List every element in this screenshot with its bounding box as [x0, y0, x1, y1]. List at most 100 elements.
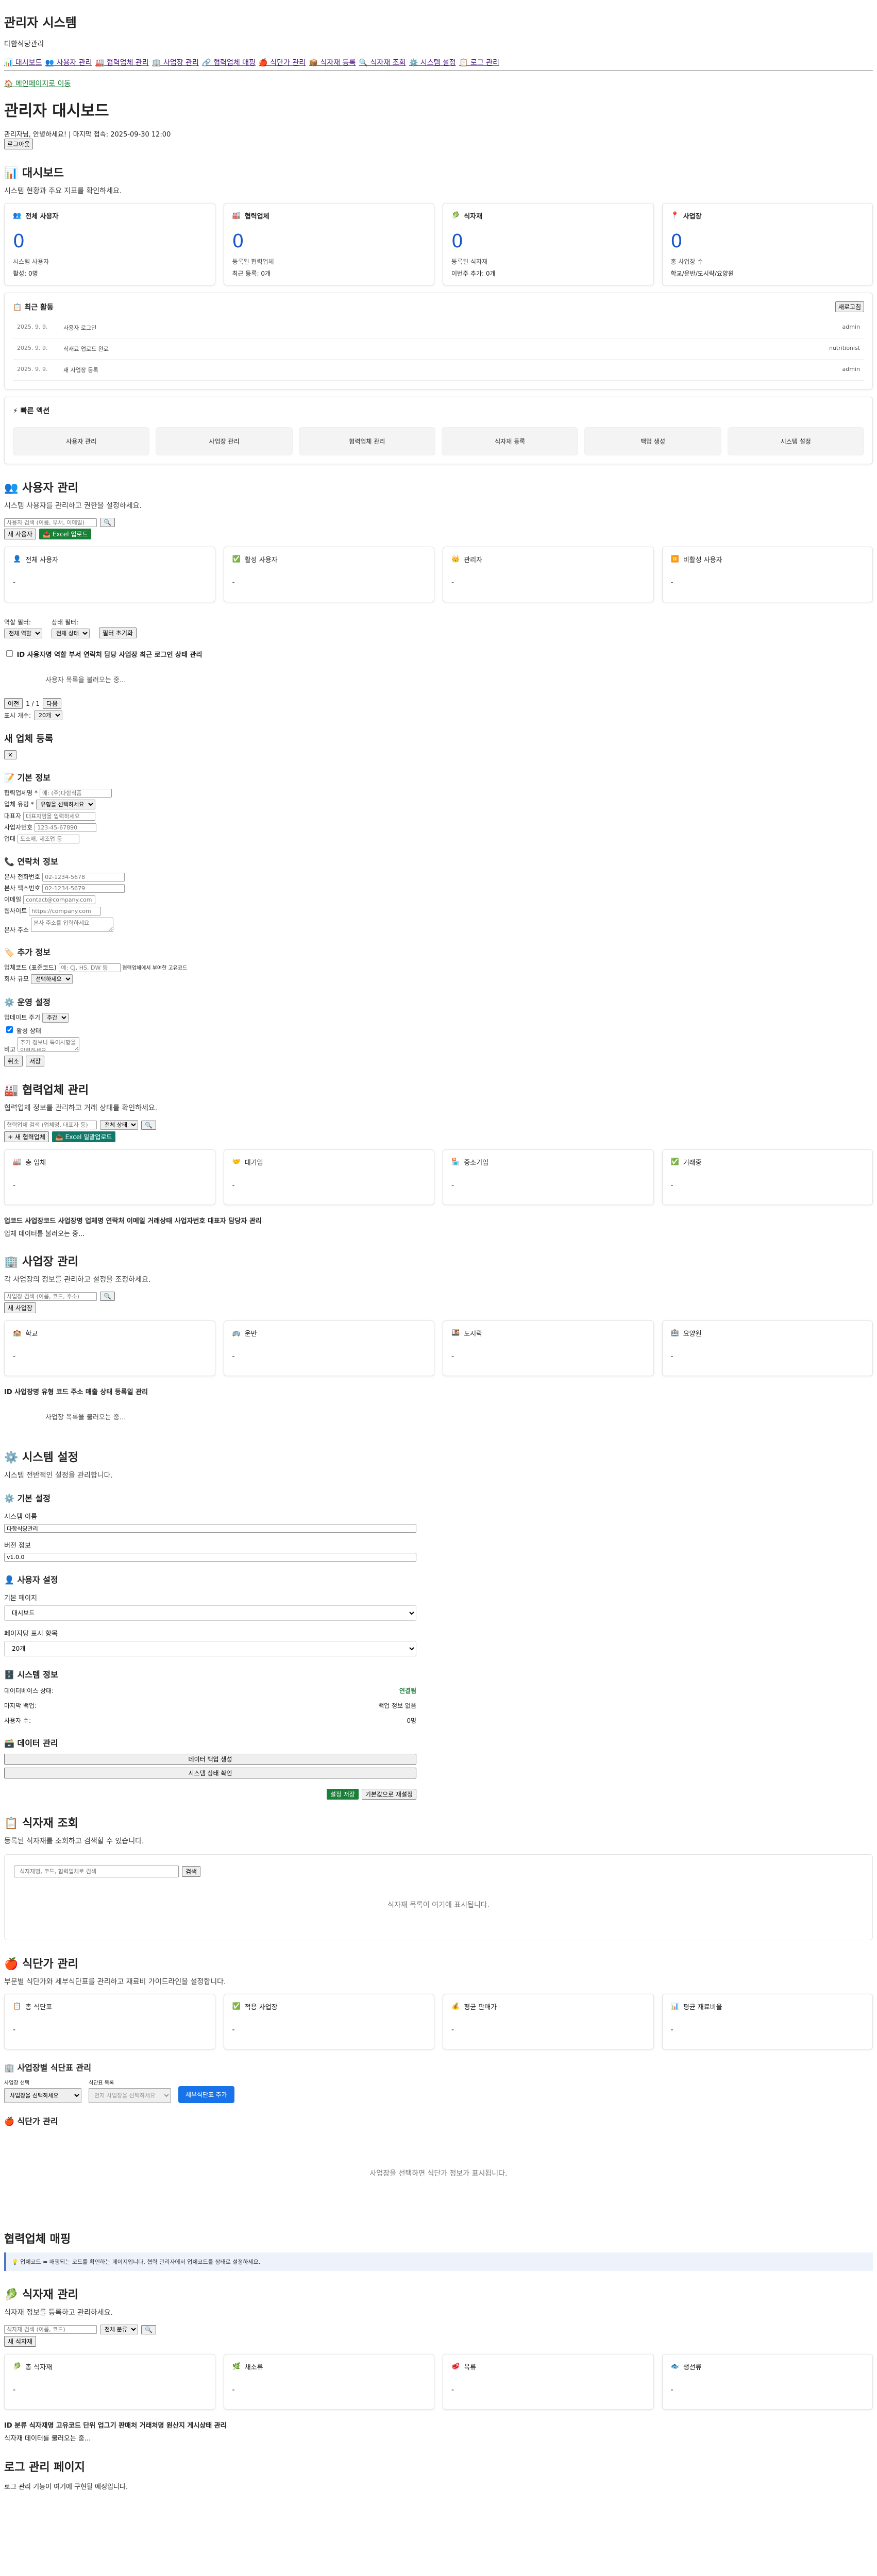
quick-site-mgmt[interactable]: 사업장 관리: [156, 427, 293, 455]
category-filter-select[interactable]: 전체 분류: [100, 2325, 138, 2334]
per-page-select[interactable]: 20개: [34, 710, 63, 720]
stat-value: -: [451, 579, 454, 587]
short-code-input[interactable]: [58, 963, 121, 972]
extra-info-title: 🏷️ 추가 정보: [4, 947, 50, 957]
add-plan-button[interactable]: 세부식단표 추가: [178, 2086, 234, 2103]
system-name-input[interactable]: [4, 1524, 416, 1533]
user-count-value: 0명: [407, 1717, 416, 1724]
quick-user-mgmt[interactable]: 사용자 관리: [13, 427, 150, 455]
prev-page-button[interactable]: 이전: [4, 698, 23, 709]
user-count-label: 사용자 수:: [4, 1717, 31, 1724]
search-icon-button[interactable]: 🔍: [100, 518, 115, 527]
stat-value: -: [13, 2386, 16, 2394]
select-all-checkbox[interactable]: [6, 650, 13, 657]
users-desc: 시스템 사용자를 관리하고 권한을 설정하세요.: [4, 502, 142, 510]
search-icon-button[interactable]: 🔍: [141, 1120, 156, 1130]
address-textarea[interactable]: [30, 918, 113, 932]
add-ingredient-button[interactable]: 새 식자재: [4, 2336, 36, 2347]
business-number-input[interactable]: [35, 823, 97, 832]
stat-value: -: [451, 1181, 454, 1190]
close-icon[interactable]: ×: [4, 750, 17, 759]
version-input[interactable]: [4, 1553, 416, 1562]
stat-label: 도시락: [464, 1330, 483, 1338]
quick-supplier-mgmt[interactable]: 협력업체 관리: [298, 427, 435, 455]
site-search-input[interactable]: [4, 1292, 97, 1301]
field-label: 본사 팩스번호: [4, 885, 41, 892]
nav-link-9[interactable]: 📋 로그 관리: [459, 59, 499, 67]
data-mgmt-title: 🗃️ 데이터 관리: [4, 1738, 58, 1748]
add-supplier-button[interactable]: + 새 협력업체: [4, 1131, 49, 1142]
search-icon-button[interactable]: 🔍: [100, 1292, 115, 1301]
ingredient-search-button[interactable]: 검색: [182, 1866, 201, 1877]
supplier-name-input[interactable]: [40, 789, 112, 798]
quick-ingredient-register[interactable]: 식자재 등록: [441, 427, 579, 455]
user-search-input[interactable]: [4, 518, 97, 527]
company-size-select[interactable]: 선택하세요: [30, 974, 73, 984]
next-page-button[interactable]: 다음: [43, 698, 62, 709]
stat-avg-price: 💰 평균 판매가 -: [443, 1994, 654, 2049]
page-count-select[interactable]: 20개: [4, 1641, 416, 1656]
hq-fax-input[interactable]: [42, 884, 125, 893]
school-icon: 🏫: [13, 1329, 22, 1337]
nav-link-2[interactable]: 🏭 협력업체 관리: [95, 59, 149, 67]
nav-link-6[interactable]: 📦 식자재 등록: [309, 59, 356, 67]
supplier-search-input[interactable]: [4, 1121, 97, 1129]
save-settings-button[interactable]: 설정 저장: [326, 1789, 359, 1800]
quick-backup[interactable]: 백업 생성: [584, 427, 721, 455]
plan-select[interactable]: 먼저 사업장을 선택하세요: [89, 2088, 171, 2103]
add-user-button[interactable]: 새 사용자: [4, 529, 36, 539]
check-status-button[interactable]: 시스템 상태 확인: [4, 1768, 416, 1778]
website-input[interactable]: [29, 907, 102, 916]
recent-activity-panel: 📋 최근 활동 새로고침 2025. 9. 9. 사용자 로그인 admin 202…: [4, 293, 873, 389]
save-button[interactable]: 저장: [26, 1056, 45, 1066]
version-label: 버전 정보: [4, 1542, 31, 1550]
representative-input[interactable]: [23, 812, 96, 821]
nav-link-5[interactable]: 🍎 식단가 관리: [259, 59, 306, 67]
supplier-excel-upload-button[interactable]: 📥 Excel 일괄업로드: [52, 1131, 116, 1142]
add-site-button[interactable]: 새 사업장: [4, 1302, 36, 1313]
excel-upload-button[interactable]: 📥 Excel 업로드: [39, 529, 92, 539]
field-label: 업체코드 (표준코드): [4, 964, 57, 971]
active-checkbox[interactable]: [6, 1026, 13, 1033]
update-cycle-select[interactable]: 주간: [42, 1013, 69, 1023]
pause-icon: ⏸️: [670, 555, 679, 563]
nav-link-3[interactable]: 🏢 사업장 관리: [152, 59, 199, 67]
hq-phone-input[interactable]: [42, 873, 125, 882]
nav-link-7[interactable]: 🔍 식자재 조회: [359, 59, 406, 67]
nav-link-0[interactable]: 📊 대시보드: [4, 59, 42, 67]
supplier-status-select[interactable]: 전체 상태: [100, 1120, 138, 1130]
notes-textarea[interactable]: [18, 1037, 80, 1052]
default-page-select[interactable]: 대시보드: [4, 1605, 416, 1621]
nav-link-8[interactable]: ⚙️ 시스템 설정: [409, 59, 456, 67]
create-backup-button[interactable]: 데이터 백업 생성: [4, 1754, 416, 1765]
stat-label: 평균 판매가: [464, 2004, 497, 2011]
quick-settings[interactable]: 시스템 설정: [727, 427, 864, 455]
search-icon-button[interactable]: 🔍: [141, 2325, 156, 2334]
supplier-type-select[interactable]: 유형을 선택하세요: [36, 800, 95, 809]
back-to-main-link[interactable]: 🏠 메인페이지로 이동: [4, 78, 873, 89]
reset-settings-button[interactable]: 기본값으로 재설정: [361, 1789, 416, 1800]
business-type-input[interactable]: [18, 835, 80, 843]
card-sites: 📍 사업장 0 총 사업장 수 학교/운반/도시락/요양원: [662, 203, 873, 285]
suppliers-section-title: 🏭 협력업체 관리: [4, 1084, 89, 1097]
refresh-button[interactable]: 새로고침: [835, 301, 864, 312]
logout-button[interactable]: 로그아웃: [4, 139, 33, 149]
role-filter-select[interactable]: 전체 역할: [4, 629, 42, 638]
card-sub: 등록된 식자재: [451, 258, 488, 265]
filter-reset-button[interactable]: 필터 초기화: [99, 628, 137, 638]
nav-link-4[interactable]: 🔗 협력업체 매핑: [202, 59, 256, 67]
card-number: 0: [451, 231, 463, 252]
site-select[interactable]: 사업장을 선택하세요: [4, 2088, 81, 2103]
field-label: 이메일: [4, 896, 22, 903]
check-icon: ✅: [232, 555, 241, 563]
vegetable-icon: 🥬: [13, 2363, 22, 2370]
email-input[interactable]: [23, 895, 96, 904]
ingredient-search-input[interactable]: [14, 1866, 179, 1877]
nav-link-1[interactable]: 👥 사용자 관리: [45, 59, 92, 67]
ingredient-mgmt-search-input[interactable]: [4, 2325, 97, 2334]
stat-inactive-users: ⏸️ 비활성 사용자 -: [662, 547, 873, 602]
dashboard-desc: 시스템 현황과 주요 지표를 확인하세요.: [4, 187, 122, 195]
card-number: 0: [670, 231, 683, 252]
cancel-button[interactable]: 취소: [4, 1056, 23, 1066]
status-filter-select[interactable]: 전체 상태: [52, 629, 90, 638]
